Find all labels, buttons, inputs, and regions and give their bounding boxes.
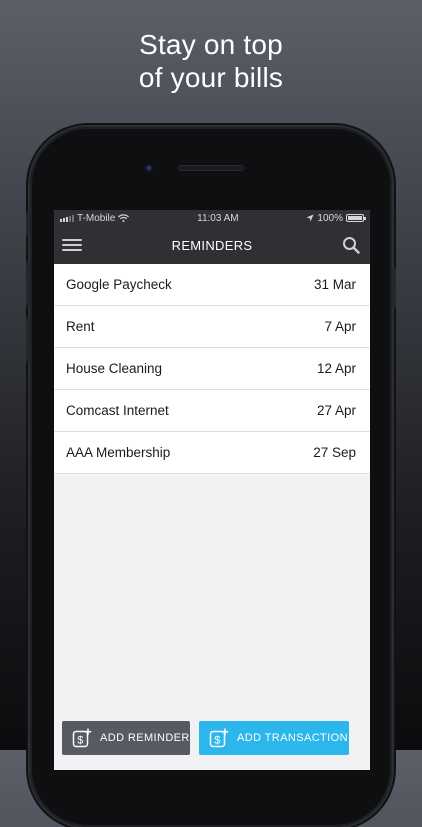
earpiece-speaker: [178, 165, 244, 171]
list-item[interactable]: AAA Membership 27 Sep: [54, 432, 370, 474]
status-time: 11:03 AM: [197, 212, 239, 224]
reminder-date: 27 Sep: [313, 445, 356, 460]
signal-icon: [60, 214, 74, 222]
svg-text:$: $: [214, 735, 221, 747]
wifi-icon: [118, 214, 130, 222]
add-transaction-label: ADD TRANSACTION: [237, 732, 348, 744]
reminder-name: House Cleaning: [66, 361, 163, 376]
page-title: REMINDERS: [171, 237, 253, 253]
search-icon[interactable]: [342, 236, 360, 254]
volume-up-button: [26, 262, 30, 306]
list-item[interactable]: Google Paycheck 31 Mar: [54, 264, 370, 306]
add-transaction-icon: $: [209, 728, 229, 748]
reminder-date: 31 Mar: [313, 277, 356, 292]
location-icon: [306, 214, 314, 222]
list-item[interactable]: Rent 7 Apr: [54, 306, 370, 348]
reminder-name: Rent: [66, 319, 95, 334]
list-item[interactable]: House Cleaning 12 Apr: [54, 348, 370, 390]
reminders-list: Google Paycheck 31 Mar Rent 7 Apr House …: [54, 264, 370, 474]
marketing-headline: Stay on top of your bills: [0, 28, 422, 94]
reminder-name: Google Paycheck: [66, 277, 172, 292]
add-reminder-icon: $: [72, 728, 92, 748]
hamburger-menu-icon[interactable]: [62, 237, 82, 253]
reminder-name: AAA Membership: [66, 445, 171, 460]
action-bar: $ ADD REMINDER $ ADD TRANSACTION: [54, 721, 370, 761]
top-navbar: REMINDERS: [54, 226, 370, 264]
reminder-date: 12 Apr: [316, 361, 356, 376]
reminder-date: 7 Apr: [324, 319, 356, 334]
mute-switch: [26, 213, 30, 235]
carrier-name: T-Mobile: [77, 212, 116, 224]
app-screen: T-Mobile 11:03 AM 100% REMINDERS Google …: [54, 210, 370, 770]
volume-down-button: [26, 318, 30, 362]
svg-text:$: $: [77, 735, 84, 747]
status-bar: T-Mobile 11:03 AM 100%: [54, 210, 370, 226]
headline-line-1: Stay on top: [139, 29, 283, 60]
reminder-name: Comcast Internet: [66, 403, 169, 418]
list-item[interactable]: Comcast Internet 27 Apr: [54, 390, 370, 432]
battery-icon: [345, 214, 366, 222]
headline-line-2: of your bills: [138, 62, 284, 93]
battery-percent: 100%: [317, 212, 343, 224]
reminder-date: 27 Apr: [316, 403, 356, 418]
power-button: [392, 268, 396, 308]
front-camera: [144, 163, 154, 173]
add-reminder-label: ADD REMINDER: [100, 732, 190, 744]
